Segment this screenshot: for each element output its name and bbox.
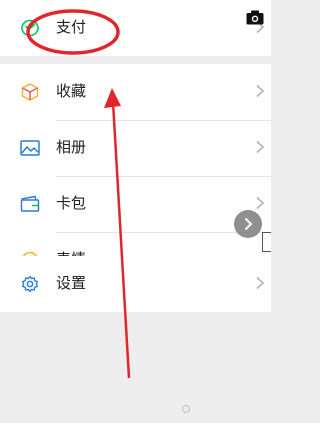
watermark-icon xyxy=(182,405,190,413)
pay-group: 支付 xyxy=(0,0,271,56)
pay-icon xyxy=(20,19,40,37)
menu-item-label: 收藏 xyxy=(56,82,87,100)
me-page: 支付 收藏 相册 卡包 设置 xyxy=(0,0,271,423)
menu-item-label: 相册 xyxy=(56,138,87,156)
menu-item-settings[interactable]: 设置 xyxy=(0,256,271,312)
tools-group: 收藏 相册 卡包 xyxy=(0,64,271,288)
menu-item-label: 设置 xyxy=(56,274,87,292)
menu-item-cards[interactable]: 卡包 xyxy=(0,176,271,232)
menu-item-label: 卡包 xyxy=(56,194,87,212)
camera-icon[interactable] xyxy=(246,10,264,25)
chevron-right-icon xyxy=(255,276,265,290)
floating-expand-button[interactable] xyxy=(234,210,262,238)
settings-group: 设置 xyxy=(0,256,271,312)
chevron-right-icon xyxy=(255,196,265,210)
menu-item-album[interactable]: 相册 xyxy=(0,120,271,176)
chevron-right-icon xyxy=(255,84,265,98)
image-icon xyxy=(20,139,40,157)
menu-item-pay[interactable]: 支付 xyxy=(0,0,271,56)
chevron-right-icon xyxy=(255,140,265,154)
menu-item-favorites[interactable]: 收藏 xyxy=(0,64,271,120)
wallet-icon xyxy=(20,195,40,213)
menu-item-label: 支付 xyxy=(56,18,87,36)
edge-tab[interactable] xyxy=(262,232,271,252)
cube-icon xyxy=(20,83,40,101)
gear-icon xyxy=(20,275,40,293)
